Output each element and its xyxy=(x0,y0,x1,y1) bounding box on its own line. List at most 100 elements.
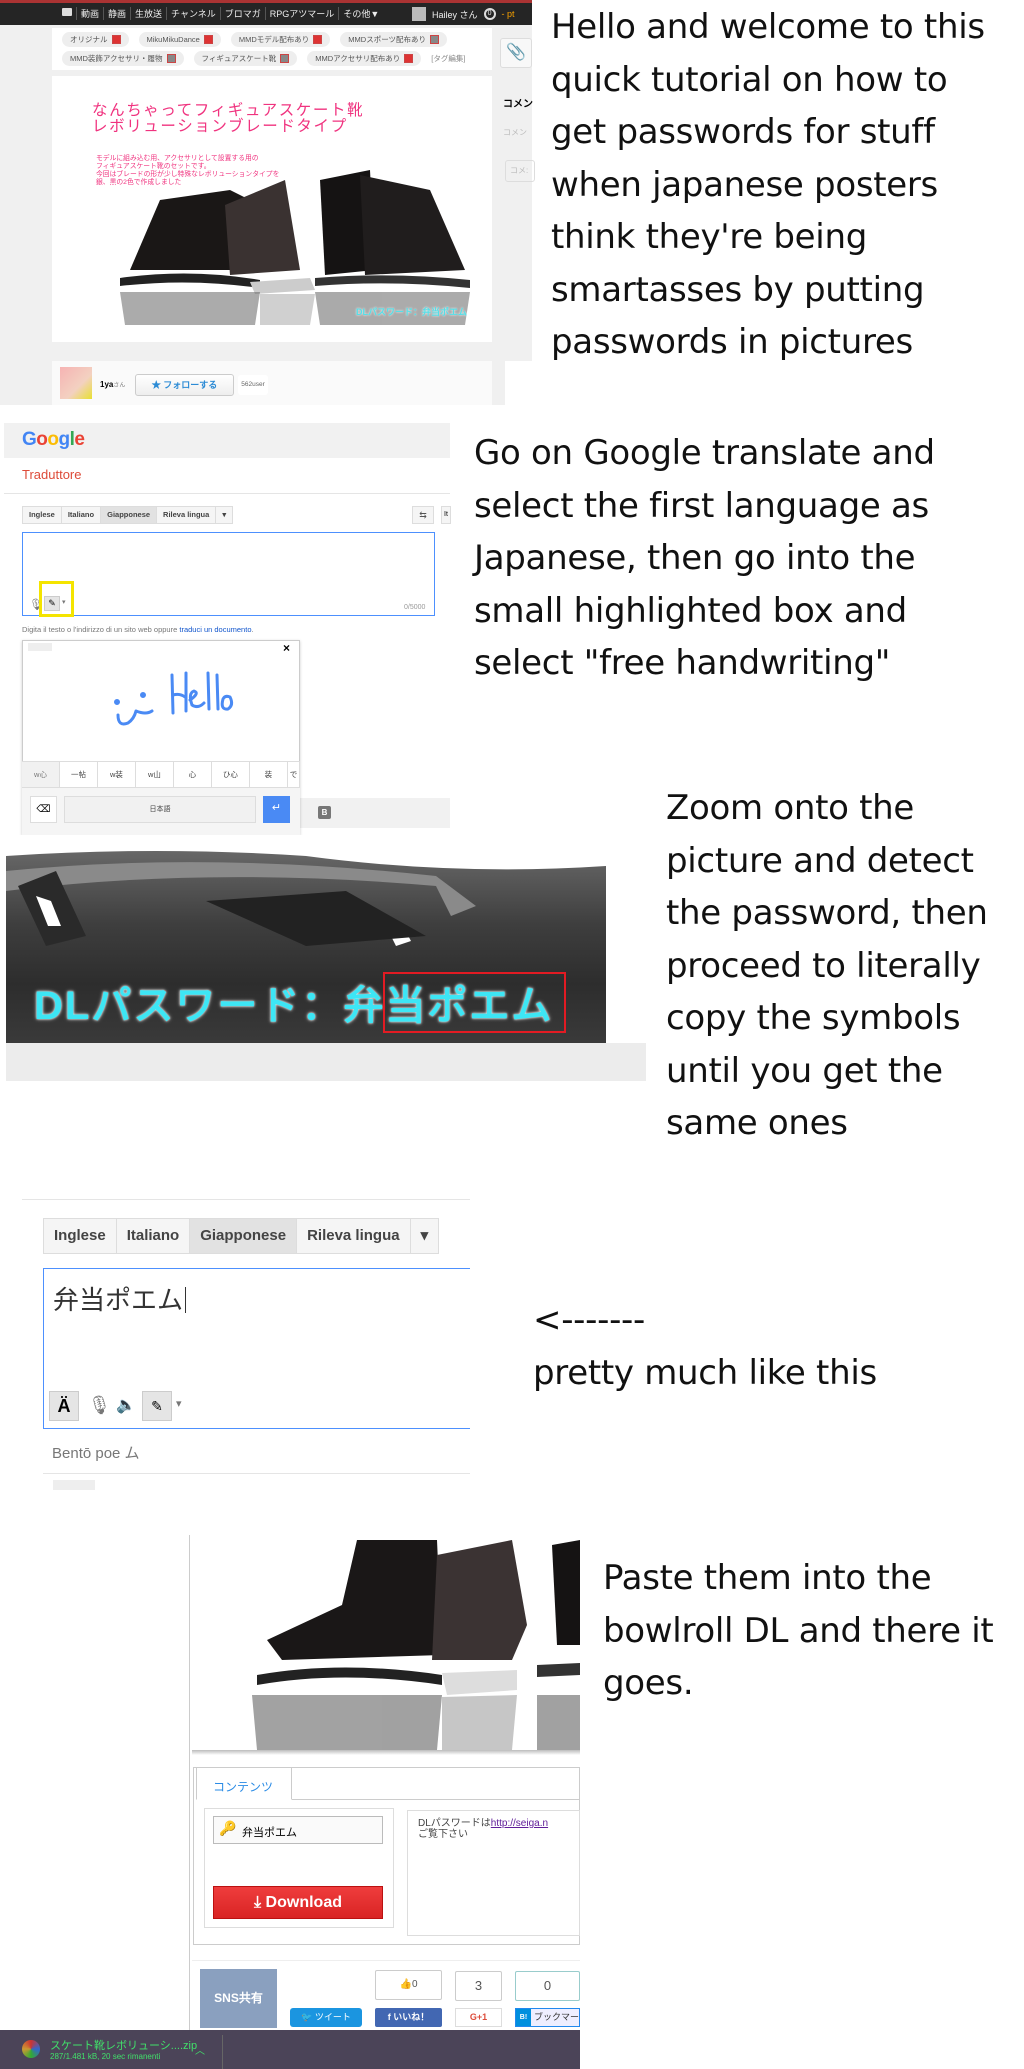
drag-handle[interactable] xyxy=(28,643,52,651)
enter-icon[interactable]: ↵ xyxy=(263,796,290,823)
seiga-link[interactable]: http://seiga.n xyxy=(491,1818,548,1829)
dictionary-icon[interactable] xyxy=(404,54,414,63)
lang-tab-japanese[interactable]: Giapponese xyxy=(190,1219,298,1253)
tag-item[interactable]: フィギュアスケート靴 xyxy=(193,51,298,66)
caption-step-3: Zoom onto the picture and detect the pas… xyxy=(666,788,988,1143)
tag-item[interactable]: MikuMikuDance xyxy=(138,32,221,47)
dictionary-icon[interactable] xyxy=(166,54,176,63)
tag-label: オリジナル xyxy=(70,35,108,44)
lang-tab-italian[interactable]: Italiano xyxy=(117,1219,191,1253)
lang-tab-english[interactable]: Inglese xyxy=(23,507,62,523)
tag-edit-link[interactable]: [タグ編集] xyxy=(431,51,465,66)
candidate[interactable]: w心 xyxy=(22,762,60,787)
facebook-like-button[interactable]: f いいね！ xyxy=(375,2008,442,2027)
nav-item-channel[interactable]: チャンネル xyxy=(166,7,220,20)
nav-item-rpg[interactable]: RPGアツマール xyxy=(264,7,339,20)
user-avatar[interactable] xyxy=(412,7,426,21)
candidate[interactable]: w山 xyxy=(136,762,174,787)
caption-step-1: Hello and welcome to this quick tutorial… xyxy=(551,7,985,362)
key-icon: 🔑 xyxy=(219,1820,237,1836)
candidate[interactable]: 心 xyxy=(174,762,212,787)
skate-boot xyxy=(267,1540,580,1660)
download-button[interactable]: ⤓ Download xyxy=(213,1886,383,1919)
dictionary-icon[interactable] xyxy=(203,35,213,44)
tweet-button[interactable]: 🐦 ツイート xyxy=(290,2008,362,2027)
password-input[interactable]: 弁当ポエム xyxy=(213,1816,383,1844)
handwriting-canvas[interactable] xyxy=(110,665,260,735)
tv-icon xyxy=(62,7,76,20)
tab-contents[interactable]: コンテンツ xyxy=(196,1767,292,1800)
chevron-down-icon[interactable]: ▾ xyxy=(216,507,232,523)
illustration-description: モデルに組み込む用、アクセサリとして設置する用の フィギュアスケート靴のセットで… xyxy=(96,155,280,186)
text-cursor xyxy=(185,1287,187,1313)
dictionary-icon[interactable] xyxy=(111,35,121,44)
dictionary-icon[interactable] xyxy=(313,35,323,44)
description-prefix: DLパスワードは xyxy=(418,1818,491,1829)
skate-blade xyxy=(257,1663,580,1695)
password-highlight-annotation xyxy=(383,972,566,1033)
candidate[interactable]: 一帖 xyxy=(60,762,98,787)
candidate[interactable]: w装 xyxy=(98,762,136,787)
follow-button[interactable]: ★ フォローする xyxy=(135,374,234,396)
nav-item-seiga[interactable]: 静画 xyxy=(103,7,130,20)
page-border xyxy=(182,1535,190,2035)
nav-item-video[interactable]: 動画 xyxy=(76,7,103,20)
lang-tab-english[interactable]: Inglese xyxy=(44,1219,117,1253)
author-name-text: 1ya xyxy=(100,380,114,389)
caption-step-5: Paste them into the bowlroll DL and ther… xyxy=(603,1558,994,1703)
tag-item[interactable]: オリジナル xyxy=(62,32,129,47)
skates-image[interactable] xyxy=(192,1535,580,1750)
lang-tab-italian[interactable]: Italiano xyxy=(62,507,102,523)
tag-item[interactable]: MMD装飾アクセサリ・履物 xyxy=(62,51,184,66)
lang-tab-detect[interactable]: Rileva lingua xyxy=(297,1219,411,1253)
source-text-value[interactable]: 弁当ポエム xyxy=(53,1280,187,1317)
clip-icon[interactable]: 📎 xyxy=(500,38,532,68)
nav-item-live[interactable]: 生放送 xyxy=(130,7,166,20)
tag-item[interactable]: MMDアクセサリ配布あり xyxy=(307,51,422,66)
candidate[interactable]: ひ心 xyxy=(212,762,250,787)
author-name[interactable]: 1yaさん xyxy=(100,380,125,389)
speaker-icon[interactable]: 🔈 xyxy=(116,1395,136,1415)
comment-placeholder: コメン xyxy=(503,128,527,137)
pencil-icon[interactable]: ✎ xyxy=(142,1391,172,1421)
tag-item[interactable]: MMDスポーツ配布あり xyxy=(340,32,448,47)
lang-tab-japanese[interactable]: Giapponese xyxy=(101,507,158,523)
side-panel xyxy=(505,361,532,405)
nav-item-blomaga[interactable]: ブロマガ xyxy=(219,7,265,20)
zoomed-password-screenshot: DLパスワード：弁当ポエム xyxy=(6,846,646,1082)
chevron-up-icon[interactable]: ︿ xyxy=(195,2042,205,2057)
tag-item[interactable]: MMDモデル配布あり xyxy=(230,32,331,47)
target-language-tab[interactable]: It xyxy=(441,506,451,524)
nav-item-more[interactable]: その他▼ xyxy=(338,7,383,20)
keyboard-icon[interactable]: Ä xyxy=(49,1391,79,1421)
microphone-icon[interactable]: 🎙 xyxy=(88,1395,111,1416)
hatena-bookmark-button[interactable]: ブックマーク xyxy=(515,2008,580,2027)
swap-languages-icon[interactable]: ⇆ xyxy=(412,506,434,524)
user-name[interactable]: Hailey さん xyxy=(432,8,478,21)
download-file-name[interactable]: スケート靴レボリューシ....zip xyxy=(50,2037,197,2053)
sns-share-label: SNS共有 xyxy=(200,1969,277,2028)
comment-input[interactable]: コメ: xyxy=(505,160,535,182)
description-text: DLパスワードはhttp://seiga.n ご覧下さい xyxy=(418,1818,548,1840)
tag-label: フィギュアスケート靴 xyxy=(201,54,277,63)
translate-document-link[interactable]: traduci un documento xyxy=(179,625,251,634)
handwriting-language-button[interactable]: 日本語 xyxy=(64,796,256,823)
gplus-button[interactable]: G+1 xyxy=(455,2008,502,2027)
author-avatar[interactable] xyxy=(60,367,92,399)
blogger-icon[interactable]: B xyxy=(318,806,331,819)
backspace-icon[interactable]: ⌫ xyxy=(30,796,57,823)
input-tools-dropdown[interactable]: ▾ xyxy=(176,1397,182,1410)
close-icon[interactable]: × xyxy=(283,641,290,655)
notification-badge[interactable]: 0 xyxy=(483,8,496,20)
google-logo[interactable]: Google xyxy=(22,429,85,451)
candidate[interactable]: 装 xyxy=(250,762,288,787)
chevron-down-icon[interactable]: ▾ xyxy=(411,1219,439,1253)
hint-suffix: . xyxy=(251,625,254,634)
divider xyxy=(43,1473,470,1474)
source-text-input[interactable] xyxy=(22,532,435,616)
candidate[interactable]: で xyxy=(288,762,300,787)
dictionary-icon[interactable] xyxy=(430,35,440,44)
dictionary-icon[interactable] xyxy=(280,54,290,63)
lang-tab-detect[interactable]: Rileva lingua xyxy=(157,507,217,523)
highlight-annotation xyxy=(39,581,74,617)
